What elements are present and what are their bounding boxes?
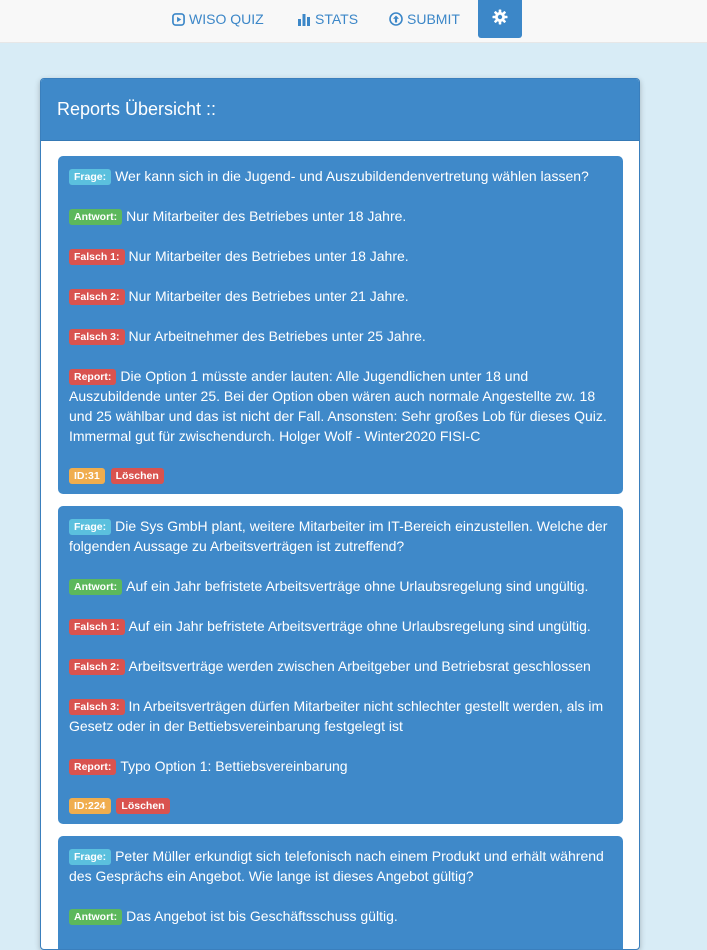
wrong1-row: Falsch 1: Nur Mitarbeiter des Betriebes u… <box>69 246 613 266</box>
wrong2-text: Arbeitsverträge werden zwischen Arbeitge… <box>128 658 591 674</box>
upload-circle-icon <box>389 12 403 26</box>
delete-button[interactable]: Löschen <box>110 468 164 484</box>
question-row: Frage: Wer kann sich in die Jugend- und A… <box>69 166 613 186</box>
wrong3-row: Falsch 3: In Arbeitsverträgen dürfen Mita… <box>69 696 613 736</box>
reports-panel: Reports Übersicht :: Frage: Wer kann sich… <box>40 78 640 950</box>
wrong3-label: Falsch 3: <box>69 329 125 345</box>
wrong1-text: Nur Mitarbeiter des Betriebes unter 18 J… <box>128 248 409 264</box>
report-label: Report: <box>69 759 117 775</box>
wrong3-label: Falsch 3: <box>69 699 125 715</box>
delete-button[interactable]: Löschen <box>116 798 170 814</box>
question-label: Frage: <box>69 519 112 535</box>
nav-submit-label: SUBMIT <box>407 11 460 27</box>
gear-icon <box>492 9 508 30</box>
question-label: Frage: <box>69 849 112 865</box>
wrong1-row: Falsch 1: Auf ein Jahr befristete Arbeits… <box>69 616 613 636</box>
nav-wiso-quiz-label: WISO QUIZ <box>189 11 264 27</box>
answer-label: Antwort: <box>69 579 123 595</box>
id-badge: ID:31 <box>69 468 105 484</box>
report-row: Report: Typo Option 1: Bettiebsvereinbaru… <box>69 756 613 776</box>
report-footer: ID:224 Löschen <box>69 796 613 814</box>
answer-row: Antwort: Auf ein Jahr befristete Arbeitsv… <box>69 576 613 596</box>
answer-text: Das Angebot ist bis Geschäftsschuss gült… <box>126 908 398 924</box>
wrong2-row: Falsch 2: Nur Mitarbeiter des Betriebes u… <box>69 286 613 306</box>
wrong2-text: Nur Mitarbeiter des Betriebes unter 21 J… <box>128 288 409 304</box>
id-badge: ID:224 <box>69 798 111 814</box>
question-row: Frage: Peter Müller erkundigt sich telefo… <box>69 846 613 886</box>
question-label: Frage: <box>69 169 112 185</box>
wrong2-label: Falsch 2: <box>69 289 125 305</box>
answer-row: Antwort: Nur Mitarbeiter des Betriebes un… <box>69 206 613 226</box>
answer-label: Antwort: <box>69 209 123 225</box>
play-circle-icon <box>172 12 185 26</box>
panel-title: Reports Übersicht :: <box>41 79 639 141</box>
answer-row: Antwort: Das Angebot ist bis Geschäftssch… <box>69 906 613 926</box>
question-text: Wer kann sich in die Jugend- und Auszubi… <box>115 168 589 184</box>
report-row: Report: Die Option 1 müsste ander lauten:… <box>69 366 613 446</box>
answer-text: Nur Mitarbeiter des Betriebes unter 18 J… <box>126 208 407 224</box>
report-text: Typo Option 1: Bettiebsvereinbarung <box>120 758 348 774</box>
nav-stats-label: STATS <box>315 11 359 27</box>
wrong1-label: Falsch 1: <box>69 619 125 635</box>
report-label: Report: <box>69 369 117 385</box>
report-card: Frage: Wer kann sich in die Jugend- und A… <box>58 156 623 494</box>
report-card: Frage: Die Sys GmbH plant, weitere Mitarb… <box>58 506 623 824</box>
question-text: Die Sys GmbH plant, weitere Mitarbeiter … <box>69 518 608 554</box>
answer-label: Antwort: <box>69 909 123 925</box>
answer-text: Auf ein Jahr befristete Arbeitsverträge … <box>126 578 589 594</box>
nav-submit[interactable]: SUBMIT <box>389 0 460 38</box>
nav-settings-button[interactable] <box>478 0 522 38</box>
report-text: Die Option 1 müsste ander lauten: Alle J… <box>69 368 607 444</box>
wrong1-text: Auf ein Jahr befristete Arbeitsverträge … <box>128 618 591 634</box>
wrong2-row: Falsch 2: Arbeitsverträge werden zwischen… <box>69 656 613 676</box>
wrong2-label: Falsch 2: <box>69 659 125 675</box>
wrong3-row: Falsch 3: Nur Arbeitnehmer des Betriebes … <box>69 326 613 346</box>
wrong3-text: In Arbeitsverträgen dürfen Mitarbeiter n… <box>69 698 604 734</box>
report-card: Frage: Peter Müller erkundigt sich telefo… <box>58 836 623 949</box>
nav-wiso-quiz[interactable]: WISO QUIZ <box>172 0 264 38</box>
wrong3-text: Nur Arbeitnehmer des Betriebes unter 25 … <box>128 328 426 344</box>
report-footer: ID:31 Löschen <box>69 466 613 484</box>
top-navbar: WISO QUIZ STATS SUBMIT <box>0 0 707 43</box>
wrong1-label: Falsch 1: <box>69 249 125 265</box>
reports-list: Frage: Wer kann sich in die Jugend- und A… <box>41 141 639 949</box>
question-text: Peter Müller erkundigt sich telefonisch … <box>69 848 604 884</box>
bar-chart-icon <box>297 13 311 26</box>
nav-stats[interactable]: STATS <box>297 0 358 38</box>
question-row: Frage: Die Sys GmbH plant, weitere Mitarb… <box>69 516 613 556</box>
